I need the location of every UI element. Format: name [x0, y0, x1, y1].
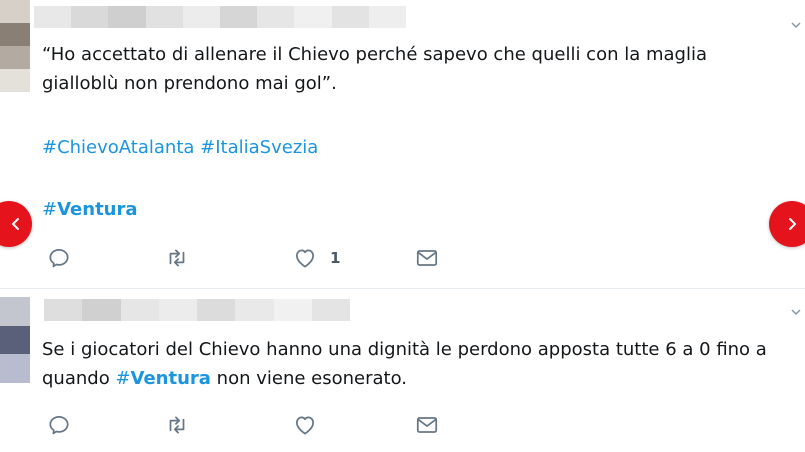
- avatar[interactable]: [0, 0, 30, 92]
- chevron-down-icon[interactable]: [791, 20, 801, 30]
- text-segment: quando: [42, 368, 116, 389]
- reply-button[interactable]: [46, 410, 72, 440]
- hashtag-symbol: #: [115, 368, 131, 389]
- hashtag-word: Ventura: [57, 199, 138, 220]
- hashtag-link[interactable]: #ChievoAtalanta: [42, 137, 194, 158]
- user-name-blurred: [34, 6, 407, 28]
- hashtag-ventura[interactable]: #Ventura: [115, 368, 211, 389]
- hashtag-word: Ventura: [130, 368, 211, 389]
- hashtag-ventura[interactable]: #Ventura: [42, 195, 138, 224]
- retweet-button[interactable]: [164, 243, 190, 273]
- hashtag-symbol: #: [42, 199, 58, 220]
- tweet-text: Se i giocatori del Chievo hanno una dign…: [42, 335, 767, 393]
- hashtag-list: #ChievoAtalanta #ItaliaSvezia: [42, 133, 318, 162]
- tweet-text: “Ho accettato di allenare il Chievo perc…: [42, 40, 707, 98]
- envelope-icon: [416, 417, 438, 433]
- like-button[interactable]: [292, 410, 318, 440]
- tweet-text-line: quando #Ventura non viene esonerato.: [42, 364, 767, 393]
- like-count: 1: [330, 249, 341, 267]
- heart-icon: [296, 249, 314, 268]
- direct-message-button[interactable]: [414, 410, 440, 440]
- avatar[interactable]: [0, 297, 30, 383]
- direct-message-button[interactable]: [414, 243, 440, 273]
- tweet-card[interactable]: “Ho accettato di allenare il Chievo perc…: [0, 0, 805, 289]
- chevron-right-icon: [789, 218, 796, 230]
- envelope-icon: [416, 250, 438, 266]
- reply-button[interactable]: [46, 243, 72, 273]
- retweet-button[interactable]: [164, 410, 190, 440]
- tweet-text-line: “Ho accettato di allenare il Chievo perc…: [42, 44, 707, 65]
- reply-icon: [49, 416, 69, 435]
- heart-icon: [296, 416, 314, 435]
- tweet-text-line: gialloblù non prendono mai gol”.: [42, 73, 337, 94]
- tweet-text-line: Se i giocatori del Chievo hanno una dign…: [42, 339, 767, 360]
- tweet-actions: 1: [44, 243, 464, 273]
- tweet-actions: [44, 410, 464, 440]
- retweet-icon: [169, 416, 185, 434]
- text-segment: non viene esonerato.: [210, 368, 408, 389]
- user-name-blurred: [44, 299, 350, 321]
- chevron-left-icon: [12, 218, 19, 230]
- chevron-down-icon[interactable]: [791, 307, 801, 317]
- tweet-card[interactable]: Se i giocatori del Chievo hanno una dign…: [0, 289, 805, 452]
- reply-icon: [49, 249, 69, 268]
- like-button[interactable]: 1: [292, 243, 340, 273]
- retweet-icon: [169, 249, 185, 267]
- hashtag-link[interactable]: #ItaliaSvezia: [200, 137, 318, 158]
